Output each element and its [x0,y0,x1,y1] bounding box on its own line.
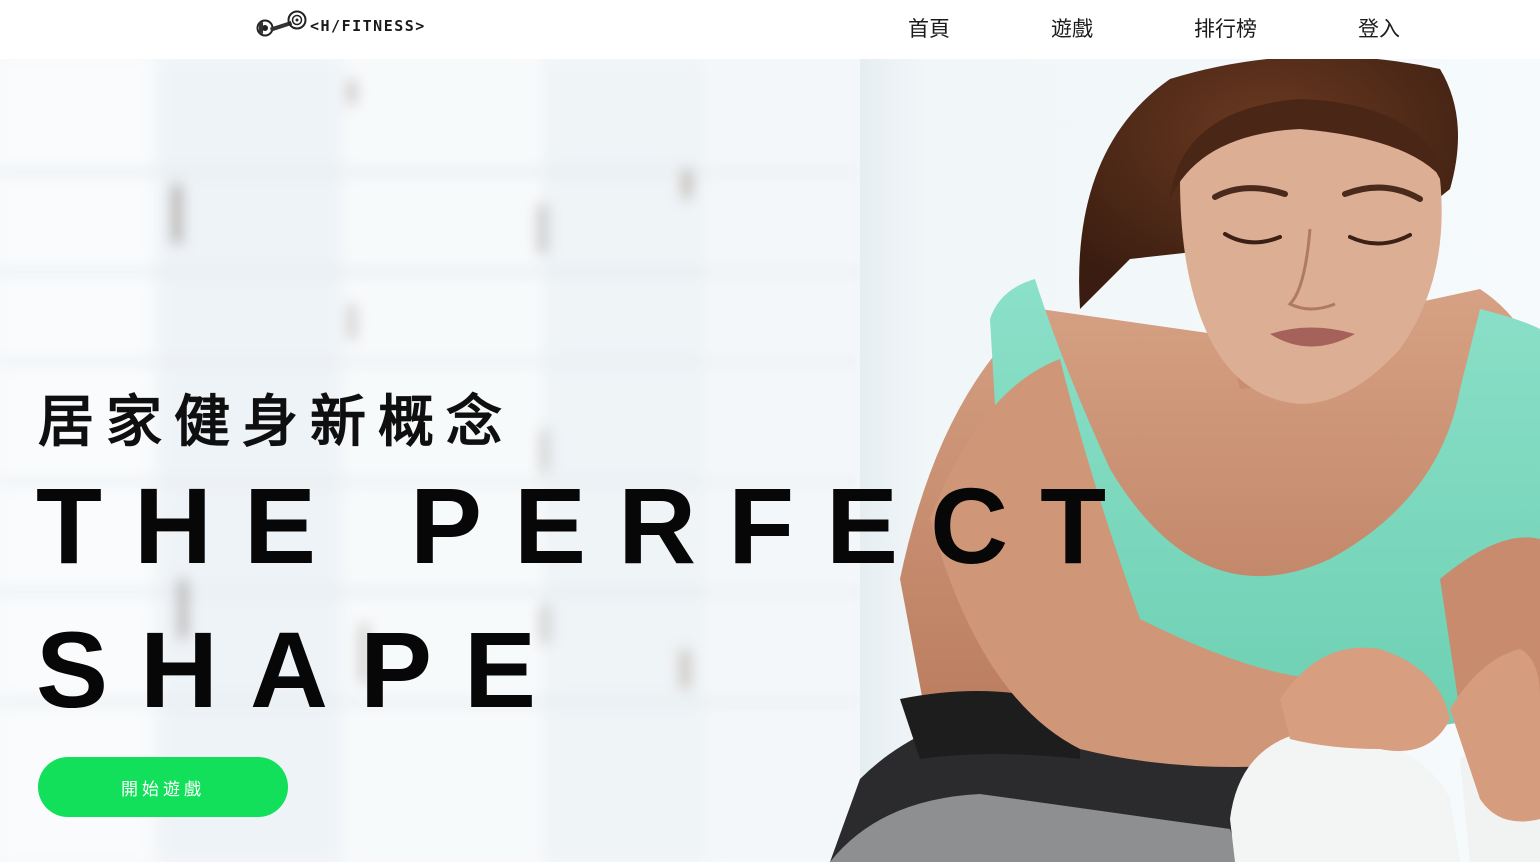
hero-subtitle: 居家健身新概念 [38,390,514,455]
woman-stretching-image [830,59,1540,862]
hero-headline-line2: SHAPE [36,609,569,730]
nav-leaderboard[interactable]: 排行榜 [1194,13,1257,43]
hero-headline-line1: THE PERFECT [36,465,1139,586]
start-game-button[interactable]: 開始遊戲 [38,757,288,817]
main-nav: 首頁 遊戲 排行榜 登入 [0,0,1540,59]
nav-game[interactable]: 遊戲 [1051,13,1093,43]
hero-section: 居家健身新概念 THE PERFECT SHAPE 開始遊戲 [0,59,1540,862]
nav-login[interactable]: 登入 [1358,13,1400,43]
site-header: <H/FITNESS> 首頁 遊戲 排行榜 登入 [0,0,1540,59]
nav-home[interactable]: 首頁 [908,13,950,43]
